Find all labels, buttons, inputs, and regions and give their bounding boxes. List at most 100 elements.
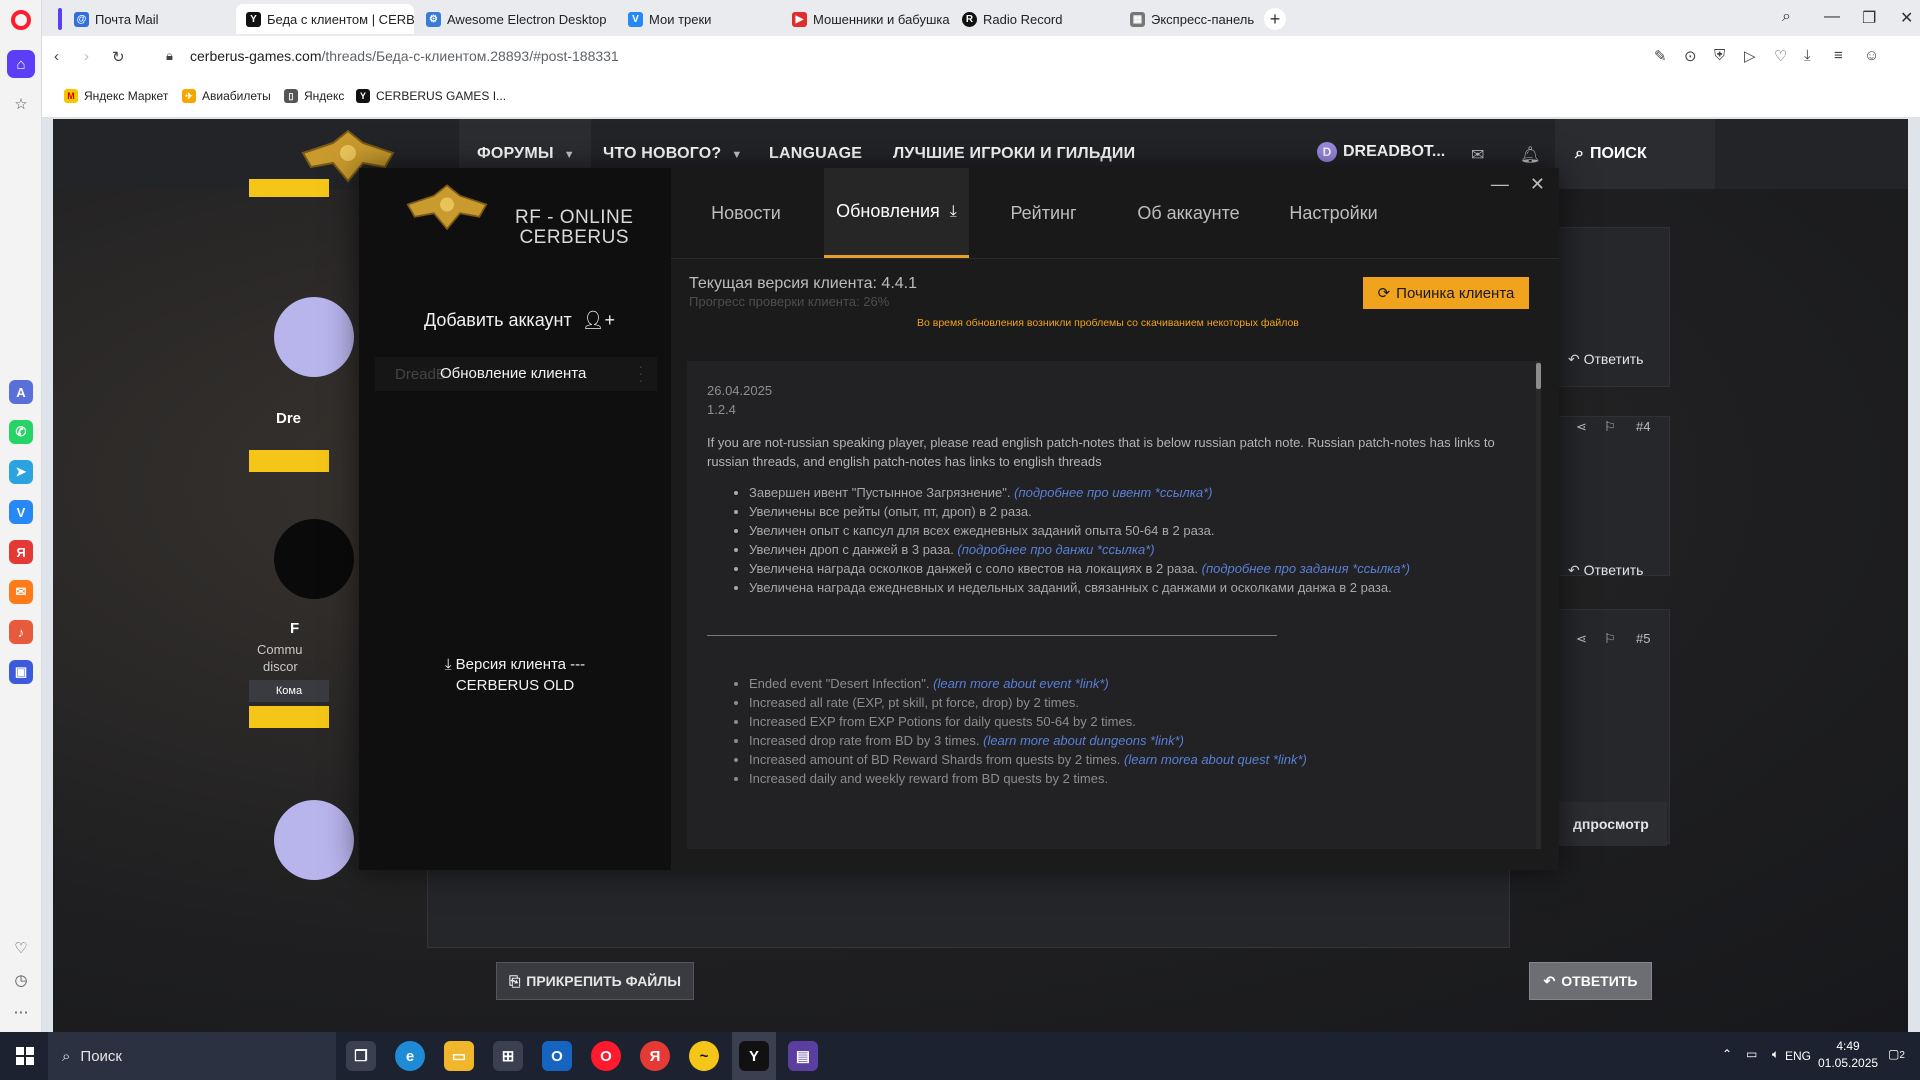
player-icon[interactable]: ▣ bbox=[9, 660, 33, 684]
network-icon[interactable]: ▭ bbox=[1746, 1047, 1757, 1061]
note-link[interactable]: (подробнее про ивент *ссылка*) bbox=[1014, 485, 1212, 500]
tab-news[interactable]: Новости bbox=[671, 168, 821, 258]
heart-icon[interactable]: ♡ bbox=[12, 940, 30, 958]
tab-account[interactable]: Об аккаунте bbox=[1116, 168, 1261, 258]
star-icon[interactable]: ☆ bbox=[12, 96, 30, 114]
taskbar-search[interactable]: ⌕ Поиск bbox=[48, 1032, 336, 1080]
post-number[interactable]: #4 bbox=[1636, 419, 1650, 434]
tab-radio-record[interactable]: R Radio Record bbox=[952, 4, 1118, 34]
mail-icon[interactable]: ✉ bbox=[9, 580, 33, 604]
clock[interactable]: 4:49 01.05.2025 bbox=[1818, 1038, 1878, 1072]
edit-icon[interactable]: ✎ bbox=[1654, 47, 1667, 65]
bookmark-yandex-market[interactable]: M Яндекс Маркет bbox=[64, 89, 168, 103]
tab-express-panel[interactable]: ▦ Экспресс-панель bbox=[1120, 4, 1260, 34]
search-button[interactable]: ⌕ ПОИСК bbox=[1555, 119, 1715, 189]
windows-start-icon[interactable] bbox=[16, 1047, 34, 1065]
bookmark-icon[interactable]: ⚐ bbox=[1604, 631, 1616, 647]
avatar[interactable] bbox=[274, 519, 354, 599]
author-name[interactable]: Dre bbox=[276, 410, 301, 427]
share-icon[interactable]: ⋖ bbox=[1576, 419, 1587, 435]
tab-cerberus[interactable]: Y Беда с клиентом | CERBERUS bbox=[236, 4, 414, 34]
explorer-icon[interactable]: ▭ bbox=[444, 1041, 474, 1071]
media-app-icon[interactable]: ▤ bbox=[788, 1041, 818, 1071]
tab-electron[interactable]: ⚙ Awesome Electron Desktop bbox=[416, 4, 616, 34]
outlook-icon[interactable]: O bbox=[542, 1041, 572, 1071]
nav-forums[interactable]: ФОРУМЫ ▼ bbox=[477, 145, 575, 163]
note-link[interactable]: (learn more about dungeons *link*) bbox=[983, 733, 1184, 748]
reply-link[interactable]: ↶ Ответить bbox=[1568, 351, 1643, 368]
close-icon[interactable]: ✕ bbox=[1530, 174, 1545, 194]
opera-icon[interactable]: O bbox=[591, 1041, 621, 1071]
bookmark-icon[interactable]: ⚐ bbox=[1604, 419, 1616, 435]
telegram-icon[interactable]: ➤ bbox=[9, 460, 33, 484]
scrollbar-thumb[interactable] bbox=[1536, 363, 1541, 389]
shield-icon[interactable]: ⛨ bbox=[1714, 47, 1725, 64]
nav-top-players[interactable]: ЛУЧШИЕ ИГРОКИ И ГИЛЬДИИ bbox=[893, 145, 1135, 163]
patch-notes[interactable]: 26.04.2025 1.2.4 If you are not-russian … bbox=[687, 361, 1541, 849]
camera-icon[interactable]: ⊙ bbox=[1684, 47, 1697, 65]
tab-settings[interactable]: Настройки bbox=[1261, 168, 1406, 258]
cerberus-launcher-icon[interactable]: Y bbox=[739, 1041, 769, 1071]
share-icon[interactable]: ⋖ bbox=[1576, 631, 1587, 647]
opera-logo-icon[interactable] bbox=[11, 10, 31, 30]
bookmark-cerberus[interactable]: Y CERBERUS GAMES I... bbox=[356, 89, 506, 103]
nav-language[interactable]: LANGUAGE bbox=[769, 145, 862, 163]
url-field[interactable]: cerberus-games.com/threads/Беда-с-клиент… bbox=[190, 48, 619, 64]
account-row[interactable]: DreadB Обновление клиента · · · bbox=[375, 357, 657, 391]
tab-mail[interactable]: @ Почта Mail bbox=[64, 4, 234, 34]
note-link[interactable]: (подробнее про задания *ссылка*) bbox=[1202, 561, 1410, 576]
edge-icon[interactable]: e bbox=[395, 1041, 425, 1071]
aria-icon[interactable]: A bbox=[9, 380, 33, 404]
reply-button[interactable]: ↶ ОТВЕТИТЬ bbox=[1529, 962, 1652, 1000]
bookmark-avia[interactable]: ✈ Авиабилеты bbox=[182, 89, 271, 103]
preview-button[interactable]: дпросмотр bbox=[1555, 802, 1667, 846]
yandex-browser-icon[interactable]: Я bbox=[640, 1041, 670, 1071]
post-number[interactable]: #5 bbox=[1636, 631, 1650, 646]
minimize-icon[interactable]: — bbox=[1491, 174, 1509, 194]
more-icon[interactable]: ⋯ bbox=[12, 1004, 30, 1022]
restore-icon[interactable]: ❐ bbox=[1862, 8, 1876, 28]
task-view-icon[interactable]: ❐ bbox=[346, 1041, 376, 1071]
search-tabs-icon[interactable]: ⌕ bbox=[1782, 8, 1791, 26]
lock-icon[interactable]: 🔒︎ bbox=[166, 48, 173, 64]
reload-icon[interactable]: ↻ bbox=[112, 48, 125, 66]
minimize-icon[interactable]: — bbox=[1824, 8, 1840, 26]
vk-icon[interactable]: V bbox=[9, 500, 33, 524]
back-icon[interactable]: ‹ bbox=[54, 48, 59, 65]
play-icon[interactable]: ▷ bbox=[1744, 47, 1756, 65]
game-app-icon[interactable]: ~ bbox=[689, 1041, 719, 1071]
download-icon[interactable]: ⤓ bbox=[1804, 47, 1811, 64]
author-name[interactable]: F bbox=[290, 620, 299, 637]
scrollbar[interactable] bbox=[1536, 361, 1541, 849]
profile-icon[interactable]: ☺ bbox=[1864, 47, 1879, 64]
avatar[interactable] bbox=[274, 297, 354, 377]
history-icon[interactable]: ◷ bbox=[12, 972, 30, 990]
repair-client-button[interactable]: ⟳ Починка клиента bbox=[1363, 277, 1529, 309]
home-icon[interactable]: ⌂ bbox=[7, 50, 35, 78]
attach-files-button[interactable]: ⎘ ПРИКРЕПИТЬ ФАЙЛЫ bbox=[496, 962, 694, 1000]
input-language[interactable]: ENG bbox=[1785, 1049, 1811, 1063]
notification-icon[interactable]: ▢2 bbox=[1888, 1047, 1905, 1061]
avatar[interactable] bbox=[274, 800, 354, 880]
bell-icon[interactable]: 🔔︎ bbox=[1520, 145, 1540, 165]
tab-youtube[interactable]: ▶ Мошенники и бабушка - bbox=[782, 4, 950, 34]
heart-outline-icon[interactable]: ♡ bbox=[1774, 47, 1787, 65]
close-icon[interactable]: ✕ bbox=[1900, 8, 1913, 28]
menu-icon[interactable]: ≡ bbox=[1834, 47, 1843, 64]
volume-icon[interactable]: 🔈︎ bbox=[1772, 1047, 1779, 1062]
music-icon[interactable]: ♪ bbox=[9, 620, 33, 644]
envelope-icon[interactable]: ✉ bbox=[1471, 145, 1484, 165]
tab-vk-tracks[interactable]: V Мои треки bbox=[618, 4, 780, 34]
user-menu[interactable]: D DREADBOT... bbox=[1317, 142, 1445, 162]
reply-link[interactable]: ↶ Ответить bbox=[1568, 562, 1643, 579]
new-tab-button[interactable]: + bbox=[1264, 8, 1286, 30]
tray-chevron-icon[interactable]: ⌃ bbox=[1722, 1047, 1732, 1061]
note-link[interactable]: (learn morea about quest *link*) bbox=[1124, 752, 1307, 767]
forward-icon[interactable]: › bbox=[84, 48, 89, 65]
kebab-menu-icon[interactable]: · · · bbox=[638, 359, 643, 387]
note-link[interactable]: (подробнее про данжи *ссылка*) bbox=[957, 542, 1154, 557]
note-link[interactable]: (learn more about event *link*) bbox=[933, 676, 1109, 691]
bookmark-yandex[interactable]: ▯ Яндекс bbox=[284, 89, 344, 103]
tab-updates[interactable]: Обновления ⤓ bbox=[824, 168, 969, 258]
store-icon[interactable]: ⊞ bbox=[493, 1041, 523, 1071]
